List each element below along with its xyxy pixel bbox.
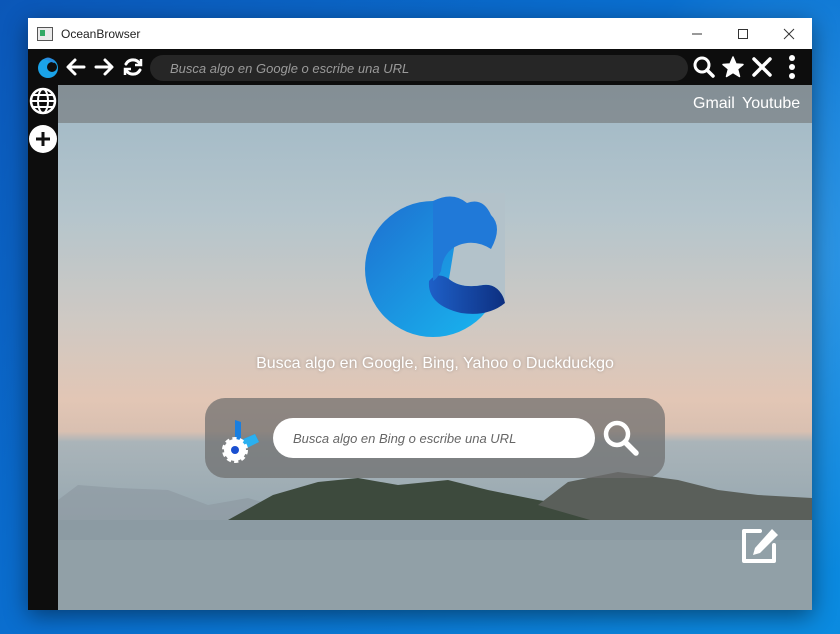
bing-settings-icon[interactable]	[221, 418, 263, 464]
url-bar[interactable]	[150, 55, 688, 81]
back-arrow-icon[interactable]	[64, 54, 88, 80]
star-icon[interactable]	[721, 54, 745, 80]
close-icon[interactable]	[750, 54, 774, 80]
more-vertical-icon[interactable]	[780, 54, 804, 80]
search-panel	[205, 398, 665, 478]
forward-arrow-icon[interactable]	[92, 54, 116, 80]
search-submit-button[interactable]	[601, 418, 641, 458]
app-window-icon	[37, 26, 53, 41]
close-window-button[interactable]	[766, 18, 812, 49]
sidebar	[28, 85, 58, 610]
maximize-button[interactable]	[720, 18, 766, 49]
new-tab-page: Gmail Youtube Busca algo en Google, Bing…	[58, 85, 812, 610]
ocean-logo-icon[interactable]	[36, 54, 60, 80]
globe-icon[interactable]	[29, 87, 57, 115]
plus-icon[interactable]	[29, 125, 57, 153]
reload-icon[interactable]	[121, 54, 145, 80]
window-controls	[674, 18, 812, 49]
window-title: OceanBrowser	[61, 26, 141, 41]
youtube-link[interactable]: Youtube	[742, 95, 800, 113]
search-icon[interactable]	[692, 54, 716, 80]
magnifier-icon	[603, 420, 639, 456]
maximize-icon	[738, 28, 748, 39]
bing-search-input[interactable]	[273, 418, 595, 458]
browser-window: OceanBrowser Busca algo en Google o escr…	[28, 18, 812, 610]
title-bar: OceanBrowser	[28, 18, 812, 49]
top-links-bar: Gmail Youtube	[58, 85, 812, 123]
edit-icon[interactable]	[738, 525, 780, 567]
ocean-browser-logo	[365, 193, 505, 337]
search-tagline: Busca algo en Google, Bing, Yahoo o Duck…	[256, 355, 614, 372]
minimize-button[interactable]	[674, 18, 720, 49]
gmail-link[interactable]: Gmail	[693, 95, 735, 113]
close-window-icon	[783, 28, 795, 39]
minimize-icon	[692, 33, 702, 34]
browser-toolbar	[28, 49, 812, 85]
